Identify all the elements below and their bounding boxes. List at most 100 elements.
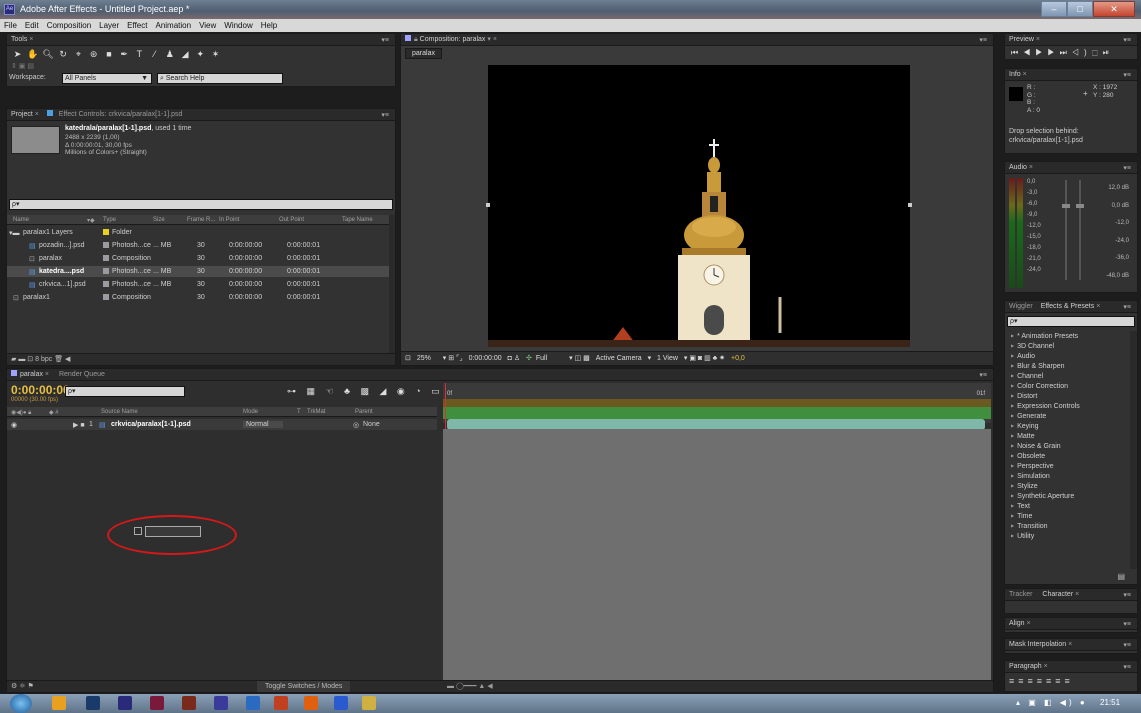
tab-effect-controls[interactable]: Effect Controls: crkvica/paralax[1-1].ps… <box>59 111 183 118</box>
bpc-label[interactable]: 8 bpc <box>35 356 52 363</box>
resolution-dropdown[interactable]: Full <box>536 355 547 362</box>
empty-field[interactable] <box>145 526 201 537</box>
tab-render-queue[interactable]: Render Queue <box>59 371 105 378</box>
col-source-name[interactable]: Source Name <box>101 409 138 415</box>
panel-menu-icon[interactable]: ▾≡ <box>381 110 389 120</box>
tab-effects-presets[interactable]: Effects & Presets <box>1041 303 1095 310</box>
col-name[interactable]: Name <box>13 217 29 223</box>
tab-tracker[interactable]: Tracker <box>1009 591 1032 598</box>
taskbar-app-icon[interactable] <box>214 696 228 710</box>
timeline-timecode[interactable]: 0:00:00:00 <box>11 383 70 397</box>
effect-category[interactable]: Stylize <box>1005 481 1129 491</box>
menu-view[interactable]: View <box>199 21 216 30</box>
pan-behind-tool-icon[interactable]: ⊛ <box>87 48 100 60</box>
effect-category[interactable]: Keying <box>1005 421 1129 431</box>
menu-effect[interactable]: Effect <box>127 21 147 30</box>
magnification-dropdown[interactable]: 25% <box>417 355 431 362</box>
timeline-switch-icons[interactable]: ⊶ ▦ ☜ ♣ ▩ ◢ ◉ ◔ ▭ <box>287 386 444 397</box>
taskbar-app-icon[interactable] <box>52 696 66 710</box>
effect-category[interactable]: Synthetic Aperture <box>1005 491 1129 501</box>
panel-menu-icon[interactable]: ▾≡ <box>1123 35 1131 45</box>
panel-menu-icon[interactable]: ▾≡ <box>1123 302 1131 312</box>
project-row[interactable]: ▾▬ paralax1 Layers Folder <box>7 227 391 238</box>
panel-menu-icon[interactable]: ▾≡ <box>1123 590 1131 600</box>
new-preset-icon[interactable]: ▤ <box>1117 572 1125 581</box>
effect-category[interactable]: Color Correction <box>1005 381 1129 391</box>
taskbar-app-icon[interactable] <box>118 696 132 710</box>
col-parent[interactable]: Parent <box>355 409 373 415</box>
taskbar-app-icon[interactable] <box>86 696 100 710</box>
col-t[interactable]: T <box>297 409 301 415</box>
effect-category[interactable]: Utility <box>1005 531 1129 541</box>
selection-tool-icon[interactable]: ➤ <box>11 48 24 60</box>
timeline-track-area[interactable] <box>443 429 991 681</box>
effect-category[interactable]: Perspective <box>1005 461 1129 471</box>
panel-menu-icon[interactable]: ▾≡ <box>979 35 987 45</box>
rectangle-tool-icon[interactable]: ■ <box>102 48 115 60</box>
trash-icon[interactable]: 🗑︎ <box>54 356 63 363</box>
tab-preview[interactable]: Preview <box>1009 36 1034 43</box>
col-out-point[interactable]: Out Point <box>279 217 304 223</box>
color-channel-icon[interactable]: ✣ <box>526 355 532 362</box>
menu-file[interactable]: File <box>4 21 17 30</box>
effect-category[interactable]: * Animation Presets <box>1005 331 1129 341</box>
effect-category[interactable]: Expression Controls <box>1005 401 1129 411</box>
chevron-down-icon[interactable]: ▾ <box>487 36 491 43</box>
menu-window[interactable]: Window <box>224 21 252 30</box>
snapshot-icon[interactable]: ◘ ♙ <box>508 355 520 362</box>
effects-search-input[interactable]: ρ▾ <box>1007 316 1135 327</box>
view-layout-dropdown[interactable]: 1 View <box>657 355 678 362</box>
tab-project[interactable]: Project <box>11 111 33 118</box>
pen-tool-icon[interactable]: ✒ <box>118 48 131 60</box>
region-of-interest-icon[interactable]: ▾ ◫ ▩ <box>569 355 590 362</box>
tab-comp-paralax[interactable]: paralax <box>405 48 442 59</box>
eye-icon[interactable]: ◉ <box>11 421 17 429</box>
panel-menu-icon[interactable]: ▾≡ <box>1123 662 1131 672</box>
menu-edit[interactable]: Edit <box>25 21 39 30</box>
hand-tool-icon[interactable]: ✋ <box>26 48 39 60</box>
interpret-footage-icon[interactable]: ▰ <box>11 356 16 363</box>
tab-tools[interactable]: Tools <box>11 36 27 43</box>
start-button-icon[interactable] <box>10 694 32 713</box>
camera-tool-icon[interactable]: ⌖ <box>72 48 85 60</box>
workspace-select[interactable]: All Panels ▼ <box>62 73 152 84</box>
effect-category[interactable]: Simulation <box>1005 471 1129 481</box>
tab-composition[interactable]: Composition: paralax <box>420 36 486 43</box>
audio-slider-track[interactable] <box>1065 180 1067 280</box>
maximize-button[interactable]: □ <box>1067 1 1093 17</box>
timeline-layer-row[interactable]: ◉ ▶ ■ 1 ▤ crkvica/paralax[1-1].psd Norma… <box>7 419 437 430</box>
tab-timeline-paralax[interactable]: paralax <box>20 371 43 378</box>
preview-controls[interactable]: ⏮◀▶▶⏭◁)⬚⏯ <box>1011 48 1114 58</box>
work-area-bar[interactable] <box>443 399 991 407</box>
panel-menu-icon[interactable]: ▾≡ <box>1123 163 1131 173</box>
paragraph-align-icons[interactable]: ≡≡≡≡≡≡≡ <box>1009 676 1074 686</box>
menu-help[interactable]: Help <box>261 21 277 30</box>
col-tape-name[interactable]: Tape Name <box>342 217 373 223</box>
tab-mask-interpolation[interactable]: Mask Interpolation <box>1009 641 1066 648</box>
new-composition-icon[interactable]: ⊡ <box>27 356 33 363</box>
search-help-field[interactable]: ⌕ Search Help <box>157 73 283 84</box>
grid-icon[interactable]: ▾ ⊞ ⌜⌟ <box>443 355 463 362</box>
current-time-display[interactable]: 0:00:00:00 <box>469 355 502 362</box>
comp-canvas[interactable] <box>486 65 912 347</box>
taskbar-app-icon[interactable] <box>150 696 164 710</box>
taskbar-app-icon[interactable] <box>182 696 196 710</box>
menu-composition[interactable]: Composition <box>47 21 91 30</box>
effect-category[interactable]: Channel <box>1005 371 1129 381</box>
audio-slider-track[interactable] <box>1079 180 1081 280</box>
pickwhip-icon[interactable]: ◎ <box>353 421 359 429</box>
panel-menu-icon[interactable]: ▾≡ <box>1123 640 1131 650</box>
always-preview-icon[interactable]: ⊡ <box>405 355 411 362</box>
effect-category[interactable]: Matte <box>1005 431 1129 441</box>
col-in-point[interactable]: In Point <box>219 217 239 223</box>
col-size[interactable]: Size <box>153 217 165 223</box>
project-row[interactable]: ⊡ paralax1 Composition 30 0:00:00:00 0:0… <box>7 292 391 303</box>
view-options-icon[interactable]: ▾ ▣ ◙ ▥ ♣ ✷ <box>684 355 725 362</box>
col-trkmat[interactable]: TrkMat <box>307 409 325 415</box>
time-ruler[interactable]: 0f 01f <box>443 383 991 423</box>
new-folder-icon[interactable]: ▬ <box>18 356 25 363</box>
canvas-handle[interactable] <box>486 203 490 207</box>
project-row[interactable]: ▤ katedra....psd Photosh...ce ... MB 30 … <box>7 266 391 277</box>
audio-slider-handle[interactable] <box>1076 204 1084 208</box>
project-search-input[interactable]: ρ▾ <box>9 199 393 210</box>
